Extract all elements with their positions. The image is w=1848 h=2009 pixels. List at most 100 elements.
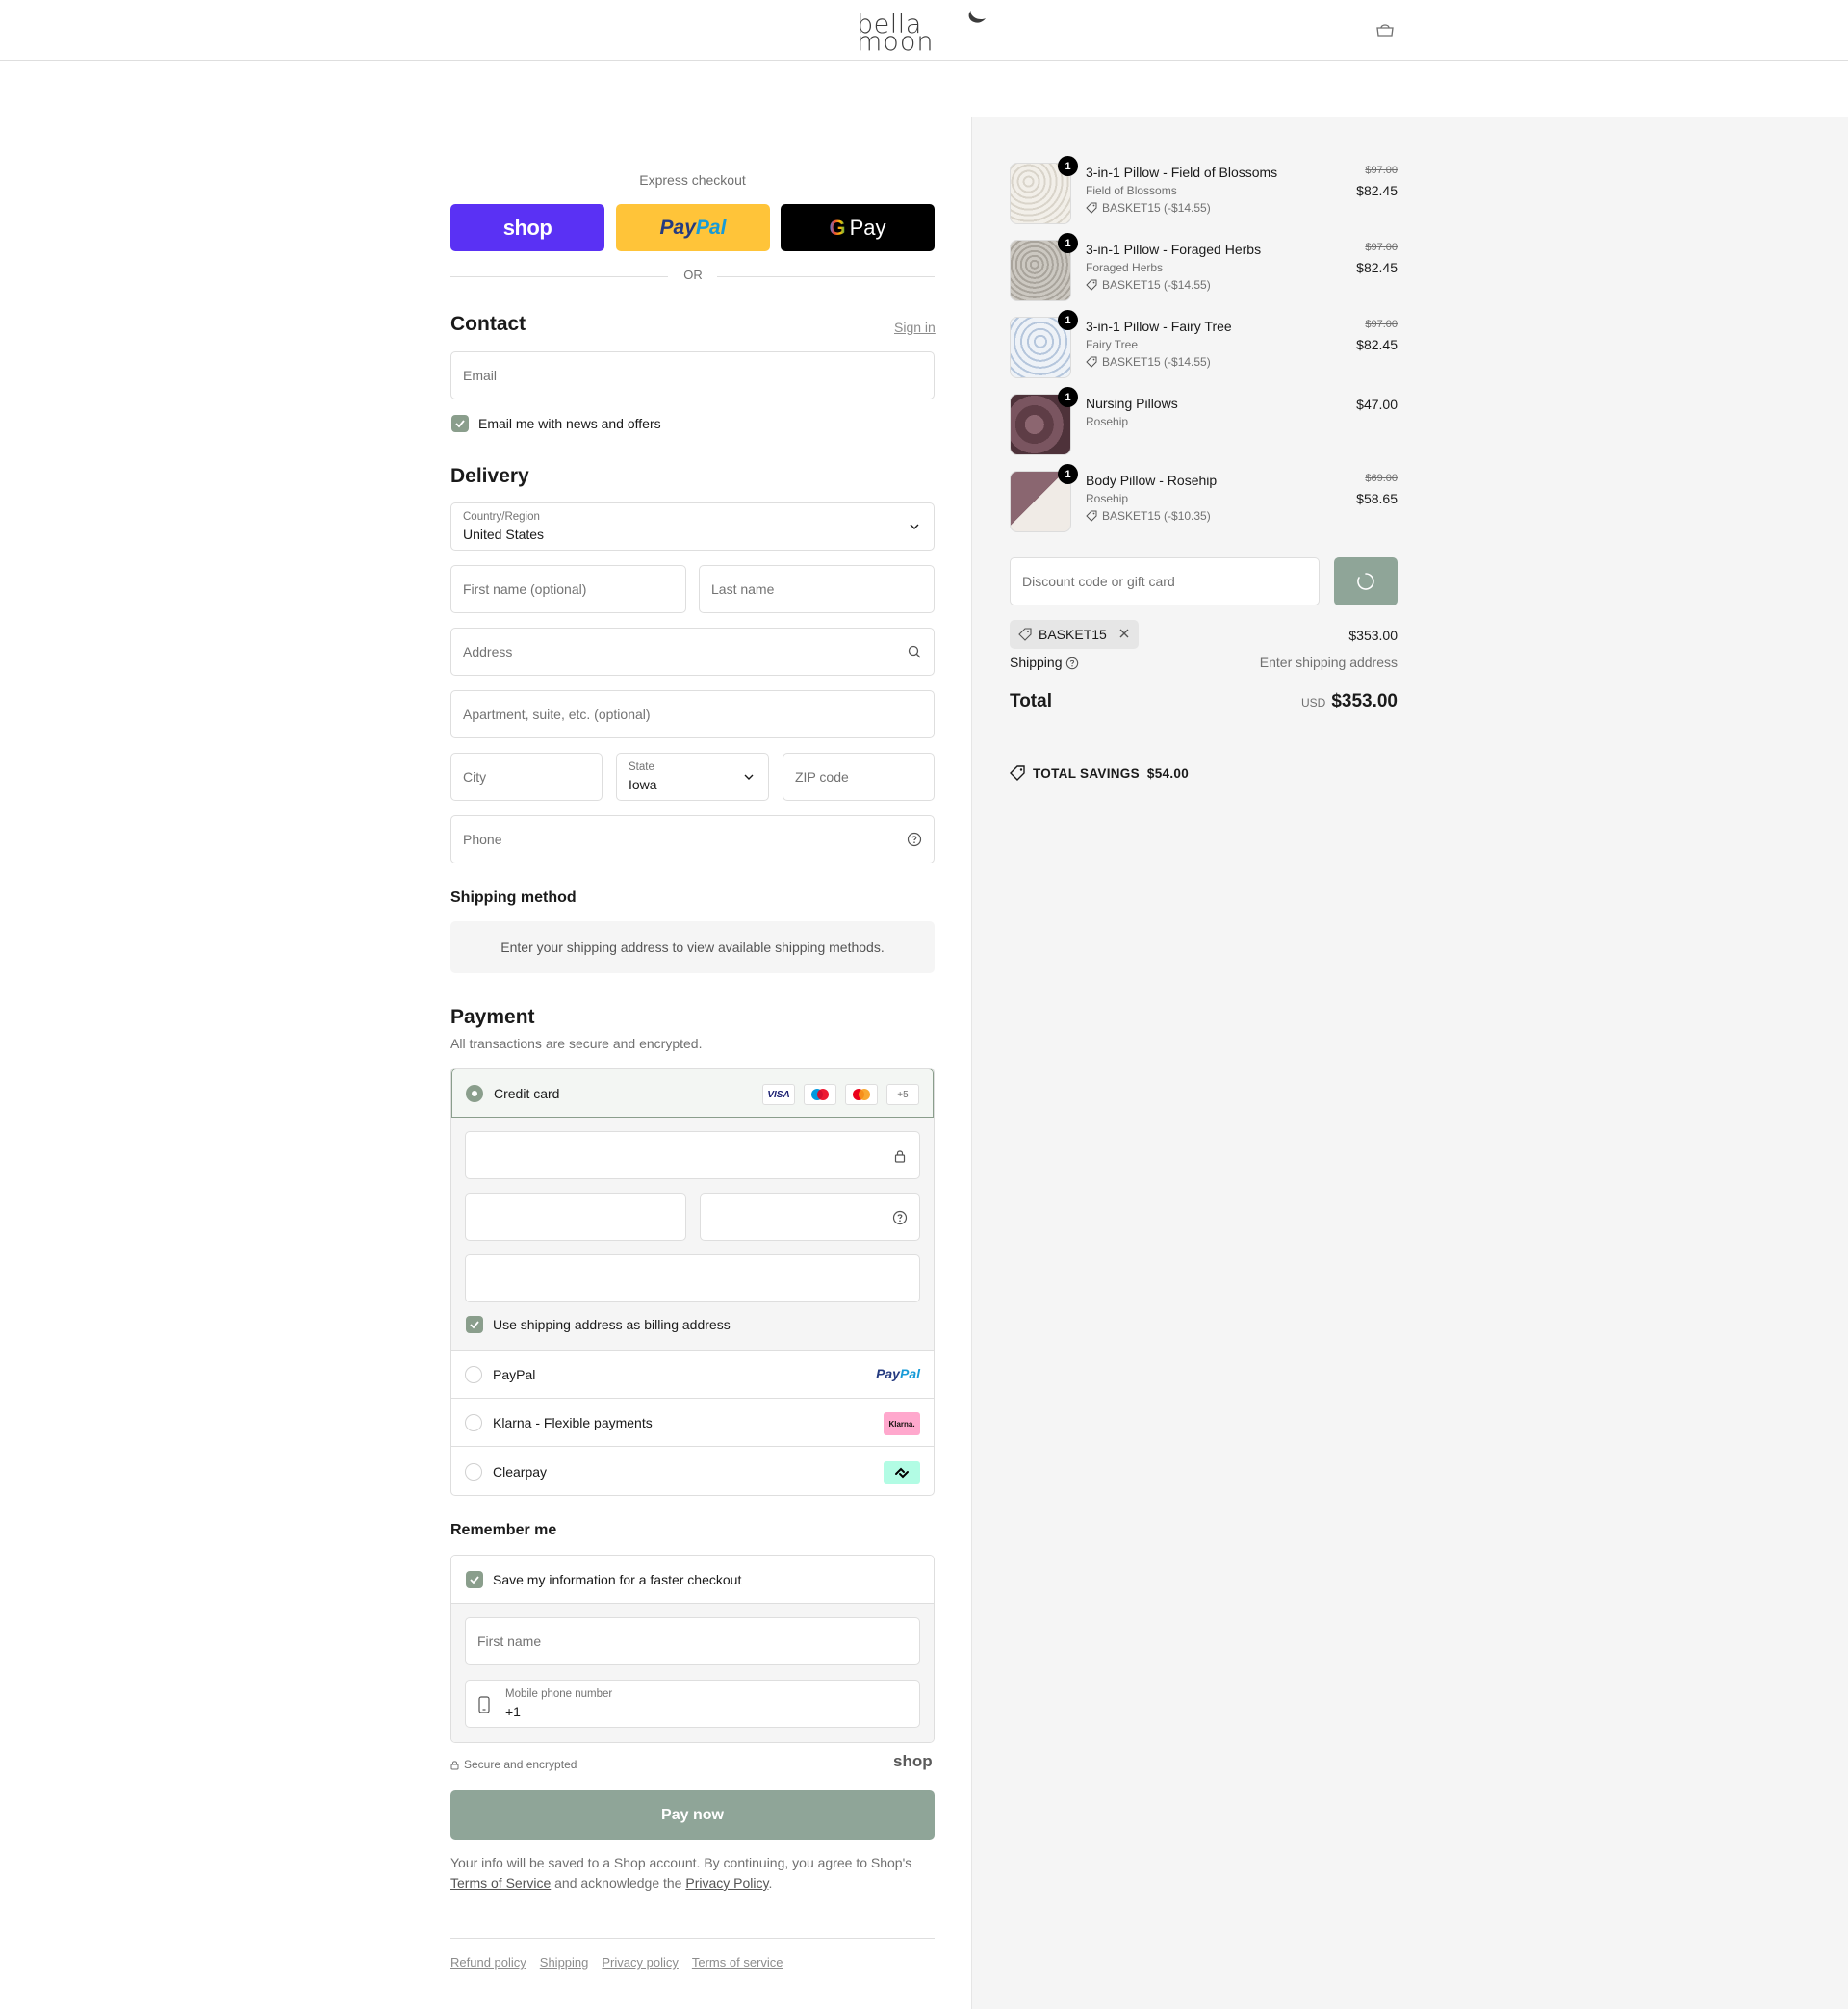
item-variant: Rosehip [1086, 415, 1129, 428]
help-circle-icon[interactable] [1065, 657, 1079, 670]
original-price: $97.00 [1365, 319, 1398, 330]
footer-link-terms[interactable]: Terms of service [692, 1955, 783, 1970]
shop-pay-label: shop [502, 215, 552, 240]
close-icon[interactable] [1117, 627, 1131, 640]
total-value: USD $353.00 [1301, 691, 1398, 712]
cart-item: 1 3-in-1 Pillow - Field of Blossoms Fiel… [1010, 156, 1398, 230]
discounted-price: $58.65 [1356, 491, 1398, 506]
credit-card-label: Credit card [494, 1086, 560, 1101]
checkmark-icon [470, 1576, 479, 1584]
phone-field[interactable]: Phone [450, 815, 935, 863]
state-select[interactable]: State Iowa [616, 753, 769, 801]
terms-of-service-link[interactable]: Terms of Service [450, 1875, 551, 1891]
footer-link-privacy[interactable]: Privacy policy [602, 1955, 678, 1970]
payment-title: Payment [450, 1006, 535, 1028]
loading-spinner-icon [1357, 573, 1374, 590]
clearpay-radio[interactable] [465, 1463, 482, 1481]
expiry-field[interactable] [465, 1193, 686, 1241]
tag-icon [1086, 510, 1097, 522]
paypal-logo: PayPal [659, 216, 727, 239]
city-placeholder: City [463, 769, 487, 785]
last-name-placeholder: Last name [711, 581, 775, 597]
footer-links: Refund policy Shipping Privacy policy Te… [450, 1955, 783, 1970]
email-field[interactable]: Email [450, 351, 935, 399]
discounted-price: $82.45 [1356, 337, 1398, 352]
security-code-field[interactable] [700, 1193, 920, 1241]
cart-item: 1 Nursing Pillows Rosehip $47.00 [1010, 387, 1398, 461]
billing-address-checkbox[interactable] [466, 1316, 483, 1333]
footer-link-shipping[interactable]: Shipping [540, 1955, 589, 1970]
mobile-phone-field[interactable]: Mobile phone number +1 [465, 1680, 920, 1728]
lock-icon [894, 1150, 906, 1163]
city-field[interactable]: City [450, 753, 603, 801]
klarna-option[interactable]: Klarna - Flexible payments Klarna. [451, 1399, 934, 1447]
credit-card-radio[interactable] [466, 1085, 483, 1102]
first-name-field[interactable]: First name (optional) [450, 565, 686, 613]
country-select[interactable]: Country/Region United States [450, 502, 935, 551]
site-header: bella moon [0, 0, 1848, 61]
search-icon [908, 645, 921, 658]
news-offers-label: Email me with news and offers [478, 416, 661, 431]
help-circle-icon[interactable] [907, 832, 922, 847]
shopping-bag-icon[interactable] [1374, 21, 1396, 39]
moon-icon [968, 11, 986, 23]
news-offers-checkbox[interactable] [451, 415, 469, 432]
credit-card-option[interactable]: Credit card VISA +5 [451, 1069, 934, 1118]
shipping-method-info: Enter your shipping address to view avai… [450, 921, 935, 973]
name-on-card-field[interactable] [465, 1254, 920, 1302]
remember-me-title: Remember me [450, 1522, 557, 1538]
zip-field[interactable]: ZIP code [783, 753, 935, 801]
paypal-express-button[interactable]: PayPal [616, 204, 770, 251]
discount-code-input[interactable]: Discount code or gift card [1010, 557, 1320, 605]
pay-now-button[interactable]: Pay now [450, 1790, 935, 1840]
footer-link-refund[interactable]: Refund policy [450, 1955, 526, 1970]
remember-me-box: Save my information for a faster checkou… [450, 1555, 935, 1743]
google-g-icon: G [829, 215, 846, 240]
logo-text-line2: moon [857, 27, 935, 57]
discount-text: BASKET15 (-$14.55) [1102, 278, 1211, 292]
legal-text-period: . [768, 1875, 773, 1891]
quantity-badge: 1 [1058, 387, 1078, 407]
tag-icon [1086, 279, 1097, 291]
paypal-radio[interactable] [465, 1366, 482, 1383]
total-label: Total [1010, 691, 1052, 711]
email-placeholder: Email [463, 368, 498, 383]
last-name-field[interactable]: Last name [699, 565, 935, 613]
shop-pay-button[interactable]: shop [450, 204, 604, 251]
paypal-label: PayPal [493, 1367, 536, 1382]
help-circle-icon[interactable] [892, 1210, 908, 1225]
mastercard-icon [845, 1084, 878, 1105]
item-name: 3-in-1 Pillow - Foraged Herbs [1086, 242, 1262, 257]
klarna-label: Klarna - Flexible payments [493, 1415, 653, 1430]
card-number-field[interactable] [465, 1131, 920, 1179]
paypal-option[interactable]: PayPal PayPal [451, 1351, 934, 1399]
apartment-field[interactable]: Apartment, suite, etc. (optional) [450, 690, 935, 738]
chevron-down-icon [910, 524, 919, 529]
contact-title: Contact [450, 313, 526, 335]
save-info-checkbox[interactable] [466, 1571, 483, 1588]
item-variant: Field of Blossoms [1086, 184, 1177, 197]
address-field[interactable]: Address [450, 628, 935, 676]
privacy-policy-link[interactable]: Privacy Policy [685, 1875, 768, 1891]
clearpay-logo [884, 1461, 920, 1484]
visa-icon: VISA [762, 1084, 795, 1105]
quantity-badge: 1 [1058, 464, 1078, 484]
discount-text: BASKET15 (-$14.55) [1102, 201, 1211, 215]
bella-moon-logo[interactable]: bella moon [855, 10, 989, 57]
item-discount: BASKET15 (-$14.55) [1086, 355, 1211, 369]
item-discount: BASKET15 (-$14.55) [1086, 278, 1211, 292]
clearpay-option[interactable]: Clearpay [451, 1448, 934, 1495]
klarna-radio[interactable] [465, 1414, 482, 1431]
quantity-badge: 1 [1058, 310, 1078, 330]
sign-in-link[interactable]: Sign in [894, 320, 936, 335]
mobile-phone-label: Mobile phone number [505, 1688, 613, 1700]
remember-first-name-field[interactable]: First name [465, 1617, 920, 1665]
google-pay-button[interactable]: G Pay [781, 204, 935, 251]
apply-discount-button[interactable] [1334, 557, 1398, 605]
save-info-row[interactable]: Save my information for a faster checkou… [451, 1556, 934, 1604]
savings-value: $54.00 [1146, 765, 1190, 781]
divider-right [717, 276, 935, 277]
state-label: State [629, 761, 654, 773]
payment-methods: Credit card VISA +5 Use shipping address… [450, 1068, 935, 1496]
legal-text: Your info will be saved to a Shop accoun… [450, 1853, 935, 1893]
